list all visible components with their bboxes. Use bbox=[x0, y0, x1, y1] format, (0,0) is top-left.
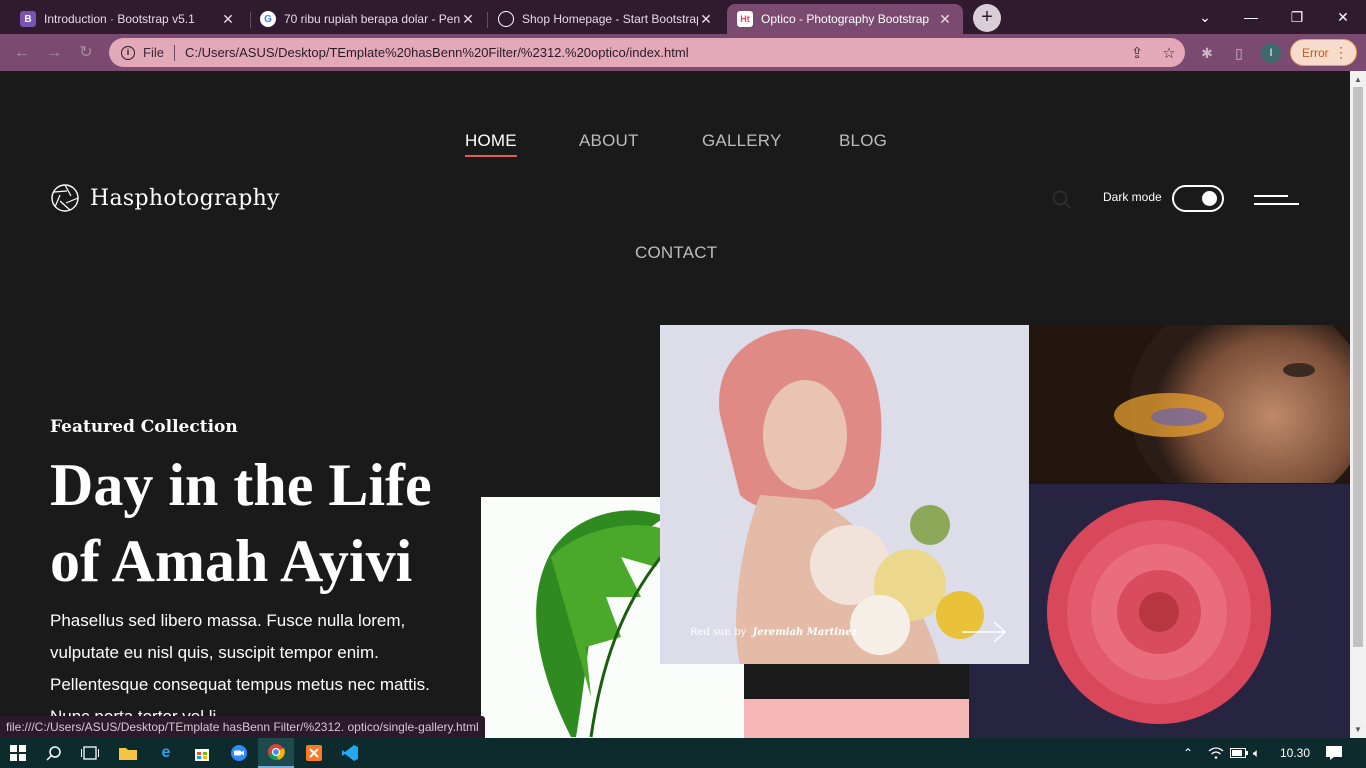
nav-blog[interactable]: BLOG bbox=[839, 131, 887, 151]
nav-home[interactable]: HOME bbox=[465, 131, 517, 157]
tab-title: Optico - Photography Bootstrap bbox=[761, 12, 930, 26]
bootstrap-icon: B bbox=[20, 11, 36, 27]
tab-title: 70 ribu rupiah berapa dolar - Pen bbox=[284, 12, 460, 26]
address-bar[interactable]: i File C:/Users/ASUS/Desktop/TEmplate%20… bbox=[109, 38, 1185, 67]
browser-tab-strip: B Introduction · Bootstrap v5.1 ✕ G 70 r… bbox=[0, 0, 1366, 34]
chrome-icon[interactable] bbox=[258, 738, 294, 768]
store-icon[interactable] bbox=[184, 738, 220, 768]
toggle-knob bbox=[1202, 191, 1217, 206]
bookmark-star-icon[interactable]: ☆ bbox=[1153, 44, 1185, 62]
edge-icon[interactable]: e bbox=[148, 738, 184, 768]
tab-google-search[interactable]: G 70 ribu rupiah berapa dolar - Pen ✕ bbox=[250, 4, 486, 34]
scroll-thumb[interactable] bbox=[1353, 87, 1363, 647]
profile-avatar[interactable]: I bbox=[1261, 43, 1281, 63]
error-label: Error bbox=[1302, 45, 1329, 60]
optico-favicon-icon: Ht bbox=[737, 11, 753, 27]
site-logo[interactable]: Hasphotography bbox=[50, 183, 280, 213]
scroll-down-icon[interactable]: ▼ bbox=[1354, 725, 1362, 734]
photo-man-portrait[interactable] bbox=[1029, 325, 1350, 483]
tab-title: Shop Homepage - Start Bootstrap bbox=[522, 12, 698, 26]
caption-prefix: Red sun by bbox=[690, 627, 747, 638]
page-scrollbar[interactable]: ▲ ▼ bbox=[1350, 71, 1366, 738]
more-menu-icon[interactable]: ⋮ bbox=[1334, 44, 1348, 61]
tab-search-icon[interactable]: ⌄ bbox=[1182, 0, 1228, 34]
aperture-icon bbox=[51, 184, 79, 212]
share-icon[interactable]: ⇪ bbox=[1121, 44, 1153, 62]
battery-icon[interactable] bbox=[1230, 738, 1248, 768]
tab-shop-homepage[interactable]: Shop Homepage - Start Bootstrap ✕ bbox=[488, 4, 724, 34]
photo-pink-block[interactable] bbox=[744, 699, 969, 738]
caption-author: Jeremiah Martinez bbox=[752, 627, 858, 638]
windows-start-icon[interactable] bbox=[0, 738, 36, 768]
volume-icon[interactable]: 🔈︎ bbox=[1253, 738, 1260, 768]
notifications-icon[interactable] bbox=[1325, 738, 1343, 768]
minimize-button[interactable]: — bbox=[1228, 0, 1274, 34]
new-tab-button[interactable]: + bbox=[973, 4, 1001, 32]
nav-gallery[interactable]: GALLERY bbox=[702, 131, 782, 151]
woman-bouquet-image bbox=[660, 325, 1029, 664]
side-panel-icon[interactable]: ▯ bbox=[1228, 42, 1250, 64]
globe-icon bbox=[498, 11, 514, 27]
forward-button[interactable]: → bbox=[43, 42, 65, 64]
nav-about[interactable]: ABOUT bbox=[579, 131, 639, 151]
photo-caption: Red sun by Jeremiah Martinez bbox=[690, 627, 857, 638]
tray-chevron-icon[interactable]: ⌃ bbox=[1183, 738, 1193, 768]
dark-mode-toggle[interactable] bbox=[1172, 185, 1224, 212]
close-icon[interactable]: ✕ bbox=[937, 11, 953, 28]
zoom-icon[interactable] bbox=[221, 738, 257, 768]
close-window-button[interactable]: ✕ bbox=[1320, 0, 1366, 34]
file-explorer-icon[interactable] bbox=[110, 738, 146, 768]
windows-taskbar: e ⌃ 🔈︎ 10.30 bbox=[0, 738, 1366, 768]
close-icon[interactable]: ✕ bbox=[698, 11, 714, 28]
search-icon[interactable] bbox=[1052, 190, 1072, 210]
link-status-bar: file:///C:/Users/ASUS/Desktop/TEmplate h… bbox=[0, 716, 485, 738]
url-text[interactable]: C:/Users/ASUS/Desktop/TEmplate%20hasBenn… bbox=[185, 45, 1121, 60]
arrow-right-icon[interactable] bbox=[960, 621, 1008, 643]
error-button[interactable]: Error ⋮ bbox=[1290, 39, 1357, 66]
tab-title: Introduction · Bootstrap v5.1 bbox=[44, 12, 195, 26]
browser-toolbar: ← → ↻ i File C:/Users/ASUS/Desktop/TEmpl… bbox=[0, 34, 1366, 71]
man-portrait-image bbox=[1029, 325, 1350, 483]
tab-optico[interactable]: Ht Optico - Photography Bootstrap ✕ bbox=[727, 4, 963, 34]
hamburger-menu-icon[interactable] bbox=[1254, 195, 1299, 209]
page-content: HOME ABOUT GALLERY BLOG CONTACT Hasphoto… bbox=[0, 71, 1350, 738]
reload-button[interactable]: ↻ bbox=[75, 42, 97, 64]
hero-title: Day in the Life of Amah Ayivi bbox=[50, 452, 432, 594]
brand-name: Hasphotography bbox=[90, 185, 280, 211]
wifi-icon[interactable] bbox=[1208, 738, 1224, 768]
maximize-button[interactable]: ❐ bbox=[1274, 0, 1320, 34]
site-info-icon[interactable]: i bbox=[121, 45, 135, 60]
scroll-up-icon[interactable]: ▲ bbox=[1354, 75, 1362, 84]
nav-contact[interactable]: CONTACT bbox=[635, 243, 717, 263]
extensions-icon[interactable]: ✱ bbox=[1196, 42, 1218, 64]
dark-mode-label: Dark mode bbox=[1103, 190, 1162, 204]
close-icon[interactable]: ✕ bbox=[460, 11, 476, 28]
vscode-icon[interactable] bbox=[332, 738, 368, 768]
photo-woman-bouquet[interactable]: Red sun by Jeremiah Martinez bbox=[660, 325, 1029, 664]
clock[interactable]: 10.30 bbox=[1280, 738, 1310, 768]
search-icon[interactable] bbox=[36, 738, 72, 768]
task-view-icon[interactable] bbox=[72, 738, 108, 768]
back-button[interactable]: ← bbox=[11, 42, 33, 64]
hero-eyebrow: Featured Collection bbox=[50, 417, 238, 437]
xampp-icon[interactable] bbox=[296, 738, 332, 768]
tab-bootstrap[interactable]: B Introduction · Bootstrap v5.1 ✕ bbox=[10, 4, 246, 34]
google-icon: G bbox=[260, 11, 276, 27]
scheme-label: File bbox=[143, 45, 164, 60]
hero-text: Phasellus sed libero massa. Fusce nulla … bbox=[50, 611, 430, 726]
close-icon[interactable]: ✕ bbox=[220, 11, 236, 28]
